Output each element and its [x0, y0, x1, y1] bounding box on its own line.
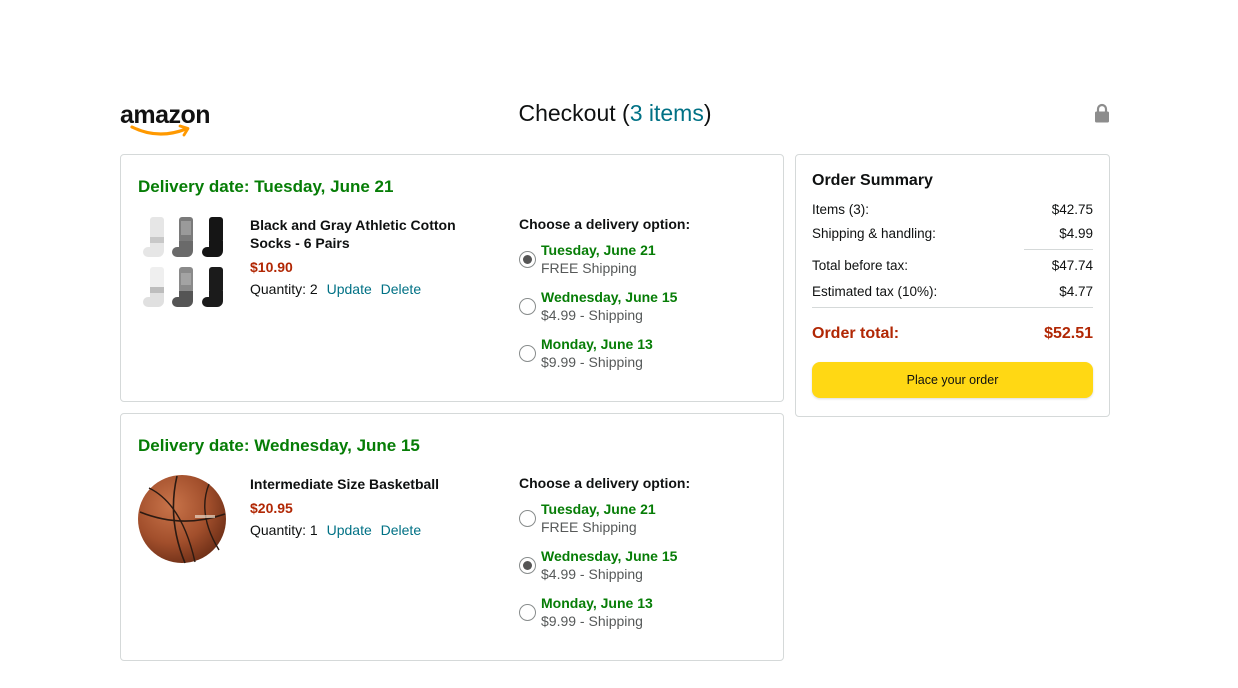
update-link[interactable]: Update: [327, 281, 372, 297]
product-info: Black and Gray Athletic Cotton Socks - 6…: [250, 216, 500, 297]
delivery-date-title: Delivery date: Tuesday, June 21: [138, 177, 394, 196]
product-price: $10.90: [250, 259, 293, 275]
before-tax-value: $47.74: [1051, 258, 1093, 273]
delivery-options: Choose a delivery option: Tuesday, June …: [519, 475, 769, 641]
option-date: Wednesday, June 15: [541, 548, 678, 564]
subtotal-divider: [1024, 249, 1093, 250]
quantity-line: Quantity: 1 Update Delete: [250, 522, 500, 538]
product-name: Intermediate Size Basketball: [250, 476, 440, 492]
update-link[interactable]: Update: [327, 522, 372, 538]
option-cost: FREE Shipping: [541, 260, 637, 276]
radio-icon[interactable]: [519, 604, 536, 621]
delivery-options-heading: Choose a delivery option:: [519, 475, 691, 491]
option-date: Tuesday, June 21: [541, 242, 656, 258]
total-divider: [812, 307, 1093, 308]
delivery-option[interactable]: Monday, June 13 $9.99 - Shipping: [519, 335, 769, 374]
lock-icon: [1095, 103, 1109, 123]
delivery-date-title: Delivery date: Wednesday, June 15: [138, 436, 420, 455]
delivery-options: Choose a delivery option: Tuesday, June …: [519, 216, 769, 382]
delivery-options-heading: Choose a delivery option:: [519, 216, 691, 232]
radio-icon[interactable]: [519, 251, 536, 268]
product-info: Intermediate Size Basketball $20.95 Quan…: [250, 475, 500, 538]
delivery-option[interactable]: Wednesday, June 15 $4.99 - Shipping: [519, 547, 769, 586]
shipment-card: Delivery date: Tuesday, June 21 Black an…: [120, 154, 784, 402]
items-label: Items (3):: [812, 202, 870, 217]
page-title: Checkout (3 items): [120, 100, 1110, 127]
tax-label: Estimated tax (10%):: [812, 284, 938, 299]
items-count-link[interactable]: 3 items: [630, 100, 704, 126]
radio-icon[interactable]: [519, 557, 536, 574]
option-cost: FREE Shipping: [541, 519, 637, 535]
quantity-text: Quantity: 2: [250, 281, 318, 297]
order-total-label: Order total:: [812, 325, 900, 342]
title-suffix: ): [703, 100, 712, 126]
option-cost: $4.99 - Shipping: [541, 566, 643, 582]
option-cost: $9.99 - Shipping: [541, 354, 643, 370]
order-total-value: $52.51: [1044, 325, 1093, 342]
delete-link[interactable]: Delete: [381, 522, 421, 538]
radio-icon[interactable]: [519, 345, 536, 362]
order-summary-card: Order Summary Items (3): $42.75 Shipping…: [795, 154, 1110, 417]
items-value: $42.75: [1051, 202, 1093, 217]
shipment-card: Delivery date: Wednesday, June 15 Interm…: [120, 413, 784, 661]
delivery-option[interactable]: Tuesday, June 21 FREE Shipping: [519, 241, 769, 280]
shipping-label: Shipping & handling:: [812, 226, 936, 241]
tax-value: $4.77: [1059, 284, 1093, 299]
delivery-option[interactable]: Monday, June 13 $9.99 - Shipping: [519, 594, 769, 633]
basketball-product-image: [138, 475, 226, 564]
before-tax-label: Total before tax:: [812, 258, 909, 273]
checkout-header: amazon Checkout (3 items): [120, 96, 1110, 137]
title-prefix: Checkout (: [518, 100, 630, 126]
option-cost: $4.99 - Shipping: [541, 307, 643, 323]
product-name: Black and Gray Athletic Cotton Socks - 6…: [250, 217, 456, 251]
quantity-line: Quantity: 2 Update Delete: [250, 281, 500, 297]
radio-icon[interactable]: [519, 298, 536, 315]
option-date: Monday, June 13: [541, 336, 653, 352]
order-summary-title: Order Summary: [812, 172, 933, 189]
delete-link[interactable]: Delete: [381, 281, 421, 297]
shipping-value: $4.99: [1059, 226, 1093, 241]
quantity-text: Quantity: 1: [250, 522, 318, 538]
socks-product-image: [143, 217, 223, 307]
option-date: Monday, June 13: [541, 595, 653, 611]
option-date: Wednesday, June 15: [541, 289, 678, 305]
delivery-option[interactable]: Tuesday, June 21 FREE Shipping: [519, 500, 769, 539]
delivery-option[interactable]: Wednesday, June 15 $4.99 - Shipping: [519, 288, 769, 327]
option-date: Tuesday, June 21: [541, 501, 656, 517]
radio-icon[interactable]: [519, 510, 536, 527]
product-price: $20.95: [250, 500, 293, 516]
place-order-button[interactable]: Place your order: [812, 362, 1093, 398]
option-cost: $9.99 - Shipping: [541, 613, 643, 629]
